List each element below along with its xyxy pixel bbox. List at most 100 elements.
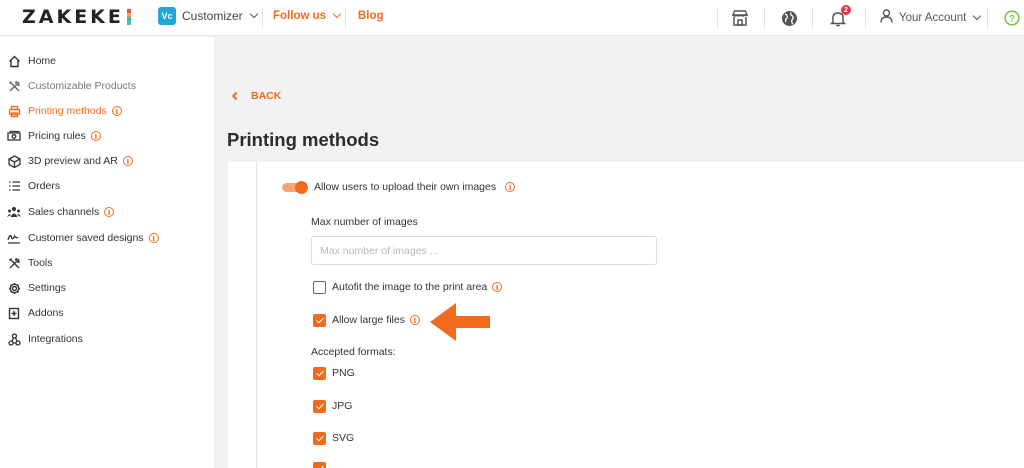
bell-icon[interactable]: 2	[828, 5, 851, 28]
info-icon[interactable]: i	[122, 156, 133, 166]
large-files-row: Allow large files i	[332, 314, 420, 326]
sidebar-item-printing-methods[interactable]: Printing methods i	[7, 102, 122, 120]
user-icon	[880, 9, 893, 26]
sidebar-item-label: Pricing rules	[28, 130, 86, 142]
sidebar-item-label: 3D preview and AR	[28, 155, 118, 167]
follow-us-label: Follow us	[273, 10, 327, 22]
addon-icon	[7, 306, 21, 320]
sidebar-item-tools[interactable]: Tools	[7, 254, 53, 272]
chevron-left-icon	[231, 91, 241, 101]
large-files-checkbox[interactable]	[313, 314, 326, 327]
autofit-label: Autofit the image to the print area	[332, 281, 488, 293]
sidebar-item-label: Integrations	[28, 333, 83, 345]
autofit-row: Autofit the image to the print area i	[332, 281, 503, 293]
info-icon[interactable]: i	[409, 315, 420, 325]
page-title: Printing methods	[227, 129, 380, 150]
app-name: Customizer	[182, 9, 243, 23]
list-icon	[7, 179, 21, 193]
sidebar-item-pricing-rules[interactable]: Pricing rules i	[7, 127, 101, 145]
notification-count: 2	[841, 5, 851, 15]
signature-icon	[7, 231, 21, 245]
app-switcher[interactable]: Vc Customizer	[158, 7, 258, 25]
help-icon[interactable]: ?	[1002, 8, 1022, 28]
back-button[interactable]: BACK	[231, 90, 282, 102]
panel-indent-line	[256, 162, 257, 468]
chevron-down-icon	[973, 11, 982, 20]
printer-icon	[7, 104, 21, 118]
info-icon[interactable]: i	[90, 131, 101, 141]
sidebar-item-customer-saved-designs[interactable]: Customer saved designs i	[7, 229, 159, 247]
divider	[865, 8, 866, 28]
max-images-input[interactable]	[311, 236, 657, 265]
divider	[764, 8, 765, 28]
customizer-app-icon: Vc	[158, 7, 176, 25]
sidebar-item-settings[interactable]: Settings	[7, 279, 66, 297]
tools-icon	[7, 256, 21, 270]
channels-icon	[7, 205, 21, 219]
chevron-down-icon	[249, 9, 258, 19]
info-icon[interactable]: i	[492, 282, 503, 292]
blog-link[interactable]: Blog	[358, 10, 384, 22]
sidebar-item-label: Customizable Products	[28, 80, 136, 92]
format-svg-checkbox[interactable]	[313, 432, 326, 445]
sidebar-item-label: Addons	[28, 307, 64, 319]
top-bar: ZAKEKE Vc Customizer Follow us Blog 2 Yo…	[0, 0, 1024, 36]
sidebar-item-label: Orders	[28, 180, 61, 192]
divider	[345, 8, 346, 28]
sidebar-item-label: Home	[28, 55, 57, 67]
info-icon[interactable]: i	[111, 106, 122, 116]
format-svg-label: SVG	[332, 432, 355, 444]
info-icon[interactable]: i	[505, 182, 516, 192]
globe-icon[interactable]	[779, 8, 799, 28]
sidebar-item-integrations[interactable]: Integrations	[7, 330, 83, 348]
sidebar-item-customizable-products[interactable]: Customizable Products	[7, 77, 136, 95]
chevron-down-icon	[332, 9, 342, 19]
money-icon	[7, 129, 21, 143]
format-jpg-checkbox[interactable]	[313, 400, 326, 413]
follow-us-menu[interactable]: Follow us	[273, 9, 342, 22]
autofit-checkbox[interactable]	[313, 281, 326, 294]
tools-icon	[7, 79, 21, 93]
back-label: BACK	[251, 90, 282, 102]
account-label: Your Account	[899, 11, 967, 24]
sidebar-item-label: Customer saved designs	[28, 232, 144, 244]
sidebar-item-label: Sales channels	[28, 206, 100, 218]
toggle-knob	[295, 181, 308, 194]
large-files-label: Allow large files	[332, 314, 405, 326]
upload-images-row: Allow users to upload their own images i	[314, 181, 516, 193]
sidebar-item-orders[interactable]: Orders	[7, 177, 60, 195]
format-jpg-label: JPG	[332, 400, 353, 412]
divider	[812, 8, 813, 28]
account-menu[interactable]: Your Account	[880, 9, 982, 26]
zakeke-logo[interactable]: ZAKEKE	[22, 6, 131, 28]
gear-icon	[7, 281, 21, 295]
sidebar-item-label: Printing methods	[28, 105, 107, 117]
store-icon[interactable]	[730, 8, 750, 28]
accepted-formats-label: Accepted formats:	[311, 346, 396, 358]
svg-text:?: ?	[1009, 14, 1015, 25]
logo-color-bar	[126, 9, 131, 25]
sidebar: Home Customizable Products Printing meth…	[0, 37, 214, 468]
divider	[262, 8, 263, 28]
arrow-pointer-icon	[430, 303, 490, 341]
format-png-label: PNG	[332, 367, 355, 379]
sidebar-item-sales-channels[interactable]: Sales channels i	[7, 203, 115, 221]
logo-text: ZAKEKE	[22, 6, 124, 28]
upload-images-toggle[interactable]	[282, 181, 308, 194]
sidebar-item-label: Settings	[28, 282, 66, 294]
sidebar-item-3d-preview[interactable]: 3D preview and AR i	[7, 152, 133, 170]
divider	[717, 8, 718, 28]
sidebar-item-home[interactable]: Home	[7, 52, 56, 70]
format-png-checkbox[interactable]	[313, 367, 326, 380]
info-icon[interactable]: i	[148, 233, 159, 243]
integrations-icon	[7, 332, 21, 346]
divider	[987, 8, 988, 28]
format-more-checkbox[interactable]	[313, 462, 326, 468]
sidebar-item-label: Tools	[28, 257, 53, 269]
info-icon[interactable]: i	[104, 207, 115, 217]
upload-images-label: Allow users to upload their own images	[314, 181, 497, 193]
sidebar-item-addons[interactable]: Addons	[7, 304, 64, 322]
cube-icon	[7, 154, 21, 168]
max-images-label: Max number of images	[311, 216, 418, 228]
home-icon	[7, 54, 21, 68]
